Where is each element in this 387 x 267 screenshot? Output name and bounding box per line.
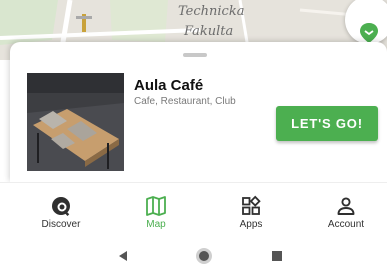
nav-label-discover: Discover <box>41 219 81 230</box>
nav-label-map: Map <box>146 219 166 230</box>
bottom-navigation: Discover Map Apps Account <box>0 182 387 236</box>
nav-label-account: Account <box>327 219 365 230</box>
system-navigation-bar <box>0 236 387 267</box>
venue-categories: Cafe, Restaurant, Club <box>134 96 236 107</box>
map-place-label: Technicka <box>178 4 245 19</box>
sheet-drag-handle[interactable] <box>183 53 207 57</box>
home-icon[interactable] <box>196 248 212 264</box>
back-icon[interactable] <box>119 251 127 261</box>
nav-label-apps: Apps <box>239 219 263 230</box>
map-place-label: Fakulta <box>184 24 234 39</box>
account-icon <box>337 197 355 215</box>
map-marker-icon[interactable] <box>358 22 380 44</box>
venue-photo <box>27 73 124 171</box>
nav-item-apps[interactable]: Apps <box>211 183 291 237</box>
nav-item-account[interactable]: Account <box>306 183 386 237</box>
apps-icon <box>242 195 261 215</box>
recents-icon[interactable] <box>272 251 282 261</box>
nav-item-discover[interactable]: Discover <box>21 183 101 237</box>
discover-icon <box>52 197 70 216</box>
venue-name: Aula Café <box>134 77 204 94</box>
lets-go-button[interactable]: LET'S GO! <box>276 106 378 141</box>
nav-item-map[interactable]: Map <box>116 183 196 237</box>
map-icon <box>146 196 166 216</box>
